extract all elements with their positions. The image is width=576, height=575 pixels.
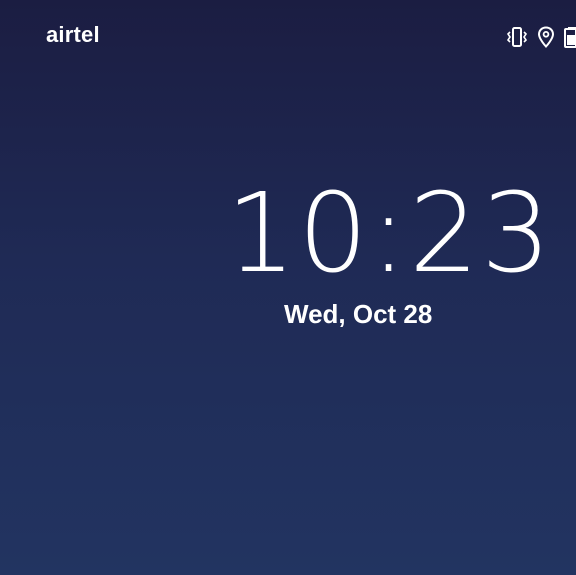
vibrate-icon xyxy=(506,26,528,48)
clock-date: Wed, Oct 28 xyxy=(284,299,433,329)
status-icons xyxy=(506,24,576,50)
location-icon xyxy=(537,26,555,48)
carrier-name: airtel xyxy=(46,22,100,47)
status-bar: airtel xyxy=(0,0,576,72)
clock-time: 10:23 xyxy=(226,169,554,297)
lock-screen-clock: 10:23 xyxy=(0,178,576,288)
battery-icon xyxy=(564,26,576,48)
